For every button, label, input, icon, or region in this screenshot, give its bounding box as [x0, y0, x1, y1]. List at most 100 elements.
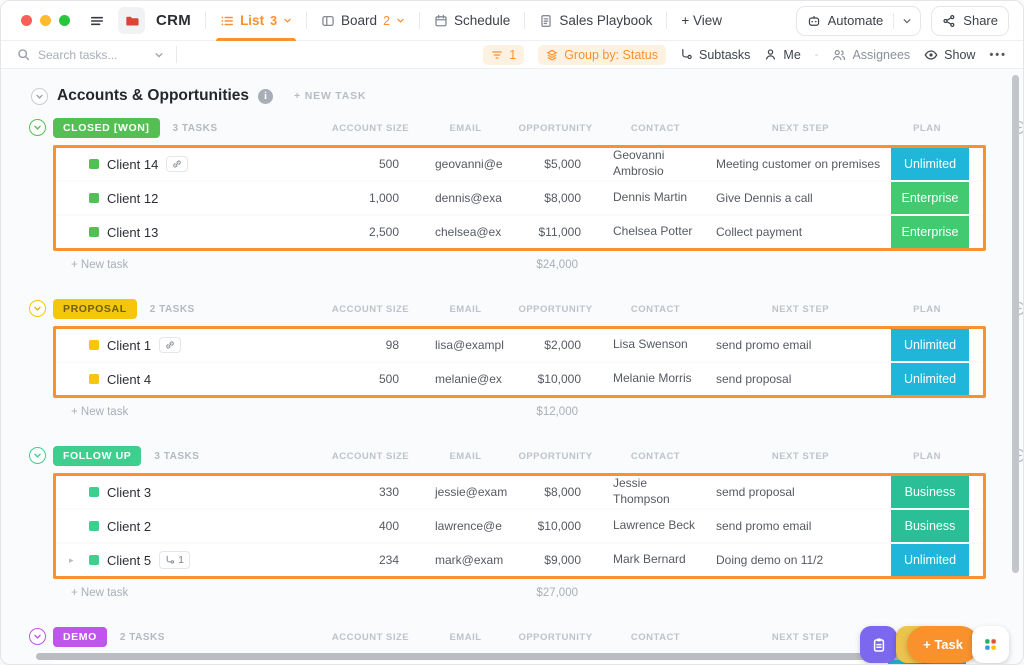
column-header-email[interactable]: EMAIL	[418, 451, 513, 462]
status-badge[interactable]: FOLLOW UP	[53, 446, 142, 466]
cell-account-size[interactable]: 330	[326, 485, 421, 499]
cell-account-size[interactable]: 234	[326, 553, 421, 567]
cell-account-size[interactable]: 98	[326, 338, 421, 352]
cell-contact[interactable]: Lisa Swenson	[601, 337, 716, 353]
cell-email[interactable]: lisa@exampl	[421, 338, 516, 352]
plan-badge[interactable]: Enterprise	[891, 216, 969, 248]
cell-opportunity[interactable]: $9,000	[516, 553, 601, 567]
cell-contact[interactable]: Melanie Morris	[601, 371, 716, 387]
automate-dropdown-button[interactable]	[894, 16, 920, 26]
table-row[interactable]: Client 2 400 lawrence@e $10,000 Lawrence…	[56, 510, 983, 542]
cell-next-step[interactable]: send promo email	[716, 519, 891, 533]
cell-next-step[interactable]: semd proposal	[716, 485, 891, 499]
cell-opportunity[interactable]: $2,000	[516, 338, 601, 352]
cell-email[interactable]: lawrence@e	[421, 519, 516, 533]
vertical-scrollbar[interactable]	[1012, 75, 1019, 573]
subtask-count-badge[interactable]: 1	[159, 551, 190, 569]
cell-account-size[interactable]: 2,500	[326, 225, 421, 239]
minimize-window-button[interactable]	[40, 15, 51, 26]
automate-button[interactable]: Automate	[795, 5, 922, 36]
task-name[interactable]: Client 13	[107, 225, 158, 240]
status-square-icon[interactable]	[89, 193, 99, 203]
plan-badge[interactable]: Unlimited	[891, 148, 969, 180]
collapse-group-icon[interactable]	[29, 300, 46, 317]
column-header-account-size[interactable]: ACCOUNT SIZE	[323, 451, 418, 462]
table-row[interactable]: Client 1 98 lisa@exampl $2,000 Lisa Swen…	[56, 329, 983, 361]
table-row[interactable]: Client 14 500 geovanni@e $5,000 Geovanni…	[56, 148, 983, 180]
cell-contact[interactable]: Mark Bernard	[601, 552, 716, 568]
column-header-opportunity[interactable]: OPPORTUNITY	[513, 632, 598, 643]
tab-board[interactable]: Board 2	[307, 1, 419, 41]
column-header-email[interactable]: EMAIL	[418, 123, 513, 134]
cell-next-step[interactable]: Collect payment	[716, 225, 891, 239]
subtasks-toggle[interactable]: Subtasks	[680, 48, 750, 62]
status-square-icon[interactable]	[89, 521, 99, 531]
cell-email[interactable]: jessie@exam	[421, 485, 516, 499]
cell-account-size[interactable]: 1,000	[326, 191, 421, 205]
status-square-icon[interactable]	[89, 340, 99, 350]
task-name[interactable]: Client 4	[107, 372, 151, 387]
column-header-next-step[interactable]: NEXT STEP	[713, 123, 888, 134]
column-header-contact[interactable]: CONTACT	[598, 304, 713, 315]
column-header-contact[interactable]: CONTACT	[598, 632, 713, 643]
table-row[interactable]: Client 4 500 melanie@ex $10,000 Melanie …	[56, 363, 983, 395]
table-row[interactable]: Client 12 1,000 dennis@exa $8,000 Dennis…	[56, 182, 983, 214]
plan-badge[interactable]: Business	[891, 476, 969, 508]
column-header-plan[interactable]: PLAN	[888, 123, 966, 134]
collapse-group-icon[interactable]	[29, 119, 46, 136]
tab-schedule[interactable]: Schedule	[420, 1, 524, 41]
cell-account-size[interactable]: 500	[326, 157, 421, 171]
collapse-group-icon[interactable]	[29, 628, 46, 645]
column-header-account-size[interactable]: ACCOUNT SIZE	[323, 123, 418, 134]
cell-account-size[interactable]: 400	[326, 519, 421, 533]
cell-opportunity[interactable]: $11,000	[516, 225, 601, 239]
group-by-button[interactable]: Group by: Status	[538, 44, 666, 65]
info-icon[interactable]: i	[258, 88, 274, 104]
status-square-icon[interactable]	[89, 374, 99, 384]
filter-button[interactable]: 1	[483, 44, 525, 65]
cell-email[interactable]: chelsea@ex	[421, 225, 516, 239]
cell-contact[interactable]: Dennis Martin	[601, 190, 716, 206]
tab-list[interactable]: List 3	[206, 1, 306, 41]
link-icon[interactable]	[159, 337, 182, 353]
status-square-icon[interactable]	[89, 227, 99, 237]
cell-opportunity[interactable]: $10,000	[516, 519, 601, 533]
plan-badge[interactable]: Business	[891, 510, 969, 542]
task-name[interactable]: Client 1	[107, 338, 151, 353]
collapse-section-icon[interactable]	[31, 87, 48, 105]
plan-badge[interactable]: Unlimited	[891, 329, 969, 361]
column-header-opportunity[interactable]: OPPORTUNITY	[513, 304, 598, 315]
task-name[interactable]: Client 3	[107, 485, 151, 500]
new-task-button[interactable]: + New task	[53, 259, 323, 271]
column-header-email[interactable]: EMAIL	[418, 304, 513, 315]
column-header-email[interactable]: EMAIL	[418, 632, 513, 643]
tab-sales-playbook[interactable]: Sales Playbook	[525, 1, 666, 41]
assignees-filter[interactable]: Assignees	[832, 48, 910, 62]
cell-account-size[interactable]: 500	[326, 372, 421, 386]
column-header-contact[interactable]: CONTACT	[598, 123, 713, 134]
cell-opportunity[interactable]: $8,000	[516, 485, 601, 499]
plan-badge[interactable]: Unlimited	[891, 363, 969, 395]
maximize-window-button[interactable]	[59, 15, 70, 26]
cell-next-step[interactable]: Doing demo on 11/2	[716, 553, 891, 567]
cell-contact[interactable]: Lawrence Beck	[601, 518, 716, 534]
column-header-opportunity[interactable]: OPPORTUNITY	[513, 123, 598, 134]
cell-opportunity[interactable]: $8,000	[516, 191, 601, 205]
cell-next-step[interactable]: Give Dennis a call	[716, 191, 891, 205]
column-header-plan[interactable]: PLAN	[888, 451, 966, 462]
new-task-button[interactable]: + New task	[53, 406, 323, 418]
column-header-next-step[interactable]: NEXT STEP	[713, 451, 888, 462]
status-square-icon[interactable]	[89, 487, 99, 497]
status-badge[interactable]: CLOSED [WON]	[53, 118, 160, 138]
cell-email[interactable]: geovanni@e	[421, 157, 516, 171]
table-row[interactable]: Client 3 330 jessie@exam $8,000 Jessie T…	[56, 476, 983, 508]
cell-opportunity[interactable]: $5,000	[516, 157, 601, 171]
column-header-account-size[interactable]: ACCOUNT SIZE	[323, 304, 418, 315]
add-task-button[interactable]: + Task	[907, 626, 979, 663]
cell-email[interactable]: dennis@exa	[421, 191, 516, 205]
cell-next-step[interactable]: Meeting customer on premises	[716, 157, 891, 171]
apps-button[interactable]	[972, 626, 1009, 663]
task-name[interactable]: Client 14	[107, 157, 158, 172]
cell-contact[interactable]: Jessie Thompson	[601, 476, 716, 507]
cell-next-step[interactable]: send promo email	[716, 338, 891, 352]
